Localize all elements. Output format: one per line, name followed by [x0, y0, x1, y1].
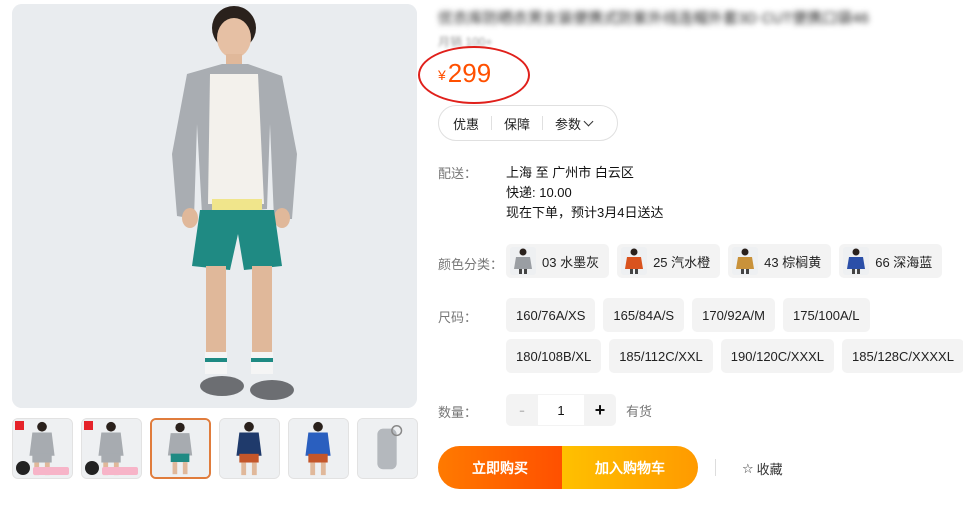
size-option[interactable]: 175/100A/L	[782, 298, 870, 332]
color-swatch-image	[510, 247, 536, 275]
quantity-stepper: - 1 + 有货	[506, 394, 652, 426]
promo-banner	[33, 467, 69, 475]
thumbnail-image[interactable]	[219, 418, 280, 479]
shipping-eta: 现在下单，预计3月4日送达	[506, 205, 664, 220]
color-option[interactable]: 66 深海蓝	[839, 244, 943, 278]
brand-logo-icon	[15, 421, 24, 430]
thumbnail-strip	[12, 418, 418, 479]
size-option[interactable]: 185/112C/XXL	[609, 339, 713, 373]
color-option-label: 66 深海蓝	[875, 254, 933, 270]
size-options: 160/76A/XS 165/84A/S 170/92A/M 175/100A/L 18…	[506, 298, 963, 373]
size-option[interactable]: 165/84A/S	[603, 298, 685, 332]
divider	[542, 116, 544, 130]
stock-status: 有货	[626, 403, 653, 419]
tab-discount[interactable]: 优惠	[453, 114, 479, 133]
brand-logo-icon	[84, 421, 93, 430]
promo-badge-icon	[85, 461, 99, 475]
size-option[interactable]: 180/108B/XL	[506, 339, 602, 373]
favorite-label: 收藏	[756, 462, 783, 477]
color-option-label: 03 水墨灰	[542, 254, 600, 270]
size-option[interactable]: 190/120C/XXXL	[720, 339, 835, 373]
purchase-buttons: 立即购买 加入购物车	[438, 446, 698, 489]
divider	[491, 116, 493, 130]
thumbnail-image[interactable]	[12, 418, 73, 479]
color-swatch-image	[621, 247, 648, 275]
promo-banner	[102, 467, 138, 475]
chevron-down-icon	[583, 116, 594, 127]
tab-guarantee[interactable]: 保障	[504, 114, 530, 133]
color-option-label: 43 棕榈黄	[764, 254, 822, 270]
thumbnail-image[interactable]	[81, 418, 142, 479]
size-option[interactable]: 170/92A/M	[692, 298, 775, 332]
shipping-label: 配送：	[438, 166, 478, 181]
shipping-info: 上海 至 广州市 白云区 快递: 10.00 现在下单，预计3月4日送达	[506, 163, 663, 223]
price-highlight-circle	[418, 46, 530, 104]
shipping-fee: 快递: 10.00	[506, 185, 572, 200]
color-option-label: 25 汽水橙	[653, 254, 711, 270]
color-swatch-image	[732, 247, 759, 275]
main-product-image	[12, 4, 417, 408]
info-tabs: 优惠 保障 参数	[438, 105, 618, 141]
thumbnail-image[interactable]	[150, 418, 211, 479]
promo-badge-icon	[16, 461, 30, 475]
quantity-label: 数量：	[438, 405, 478, 420]
shipping-route[interactable]: 上海 至 广州市 白云区	[506, 163, 663, 183]
color-swatch-image	[843, 247, 870, 275]
quantity-decrease-button[interactable]: -	[506, 394, 538, 426]
tab-params-label: 参数	[555, 116, 582, 132]
size-label: 尺码：	[438, 310, 478, 325]
color-label: 颜色分类：	[438, 257, 504, 272]
color-options: 03 水墨灰 25 汽水橙 43 棕榈黄 66 深海蓝	[506, 244, 943, 278]
product-title: 优衣库防晒衣男女装便携式防紫外线连帽外套3D CUT便携口袋46	[438, 10, 869, 27]
buy-now-button[interactable]: 立即购买	[438, 446, 562, 489]
thumbnail-image[interactable]	[357, 418, 418, 479]
quantity-input[interactable]: 1	[538, 394, 584, 426]
star-icon: ☆	[742, 460, 754, 476]
color-option[interactable]: 25 汽水橙	[617, 244, 721, 278]
quantity-increase-button[interactable]: +	[584, 394, 616, 426]
color-option[interactable]: 43 棕榈黄	[728, 244, 832, 278]
size-option[interactable]: 185/128C/XXXXL	[842, 339, 963, 373]
tab-params[interactable]: 参数	[555, 114, 594, 133]
divider	[715, 459, 716, 476]
size-option[interactable]: 160/76A/XS	[506, 298, 596, 332]
thumbnail-image[interactable]	[288, 418, 349, 479]
color-option[interactable]: 03 水墨灰	[506, 244, 610, 278]
add-to-cart-button[interactable]: 加入购物车	[562, 446, 698, 489]
favorite-button[interactable]: ☆ 收藏	[742, 459, 783, 478]
